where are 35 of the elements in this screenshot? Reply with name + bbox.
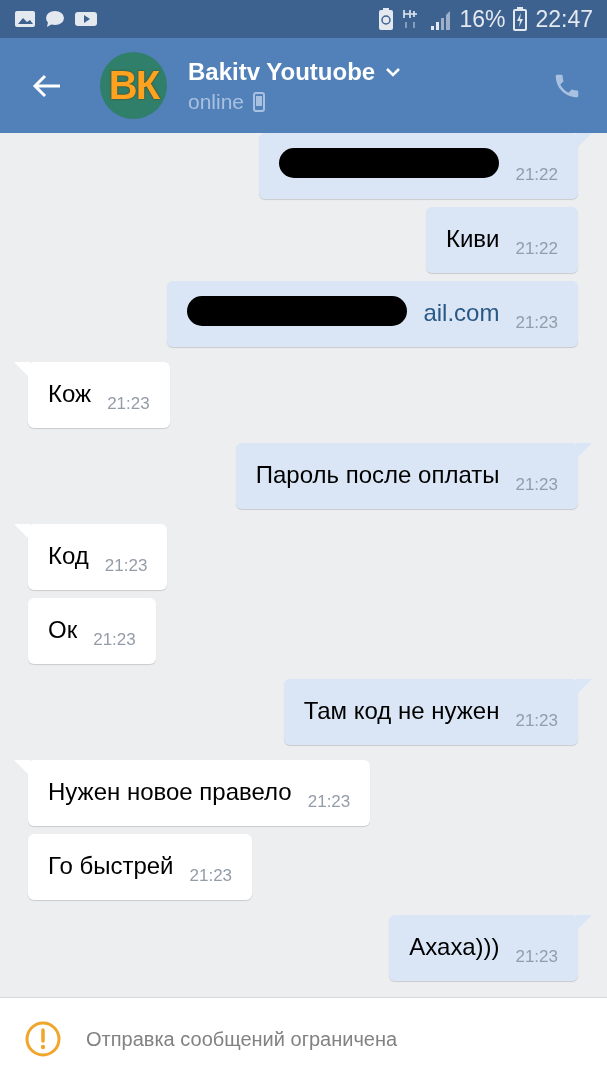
message-time: 21:23 xyxy=(307,792,351,813)
message-text: Пароль после оплаты xyxy=(255,461,500,490)
message-time: 21:23 xyxy=(189,866,233,887)
message-time: 21:22 xyxy=(515,165,558,186)
battery-saver-icon xyxy=(379,8,394,30)
back-arrow-icon[interactable] xyxy=(32,73,62,98)
video-play-icon xyxy=(74,10,98,28)
message-time: 21:23 xyxy=(515,313,558,334)
restriction-notice: Отправка сообщений ограничена xyxy=(86,1027,398,1051)
message-text: Кож xyxy=(48,380,92,409)
message-text: Код xyxy=(48,542,89,571)
warning-icon xyxy=(24,1020,62,1058)
message-text: Ахаха))) xyxy=(409,933,500,962)
presence-status: online xyxy=(188,89,245,114)
contact-name[interactable]: Bakitv Youtuobe xyxy=(188,57,376,86)
message-time: 21:23 xyxy=(515,947,558,968)
message-time: 21:23 xyxy=(107,394,150,415)
message-text: Там код не нужен xyxy=(303,697,500,726)
message-text: Го быстрей xyxy=(48,852,174,881)
chevron-down-icon[interactable] xyxy=(385,66,402,77)
message-text: Киви xyxy=(445,225,500,254)
chat-bubble-icon xyxy=(45,10,65,28)
clock: 22:47 xyxy=(535,5,593,33)
contact-avatar[interactable]: ВК xyxy=(100,52,167,119)
message-time: 21:23 xyxy=(104,556,148,577)
message-time: 21:23 xyxy=(93,630,136,651)
message-time: 21:22 xyxy=(515,239,558,260)
battery-percent: 16% xyxy=(459,5,506,33)
mobile-phone-icon xyxy=(253,91,266,112)
message-text: Ок xyxy=(48,616,78,645)
message-time: 21:23 xyxy=(515,475,558,496)
message-text: Нужен новое правело xyxy=(48,778,292,807)
battery-charging-icon xyxy=(513,7,528,31)
gallery-icon xyxy=(14,10,36,28)
message-time: 21:23 xyxy=(515,711,558,732)
